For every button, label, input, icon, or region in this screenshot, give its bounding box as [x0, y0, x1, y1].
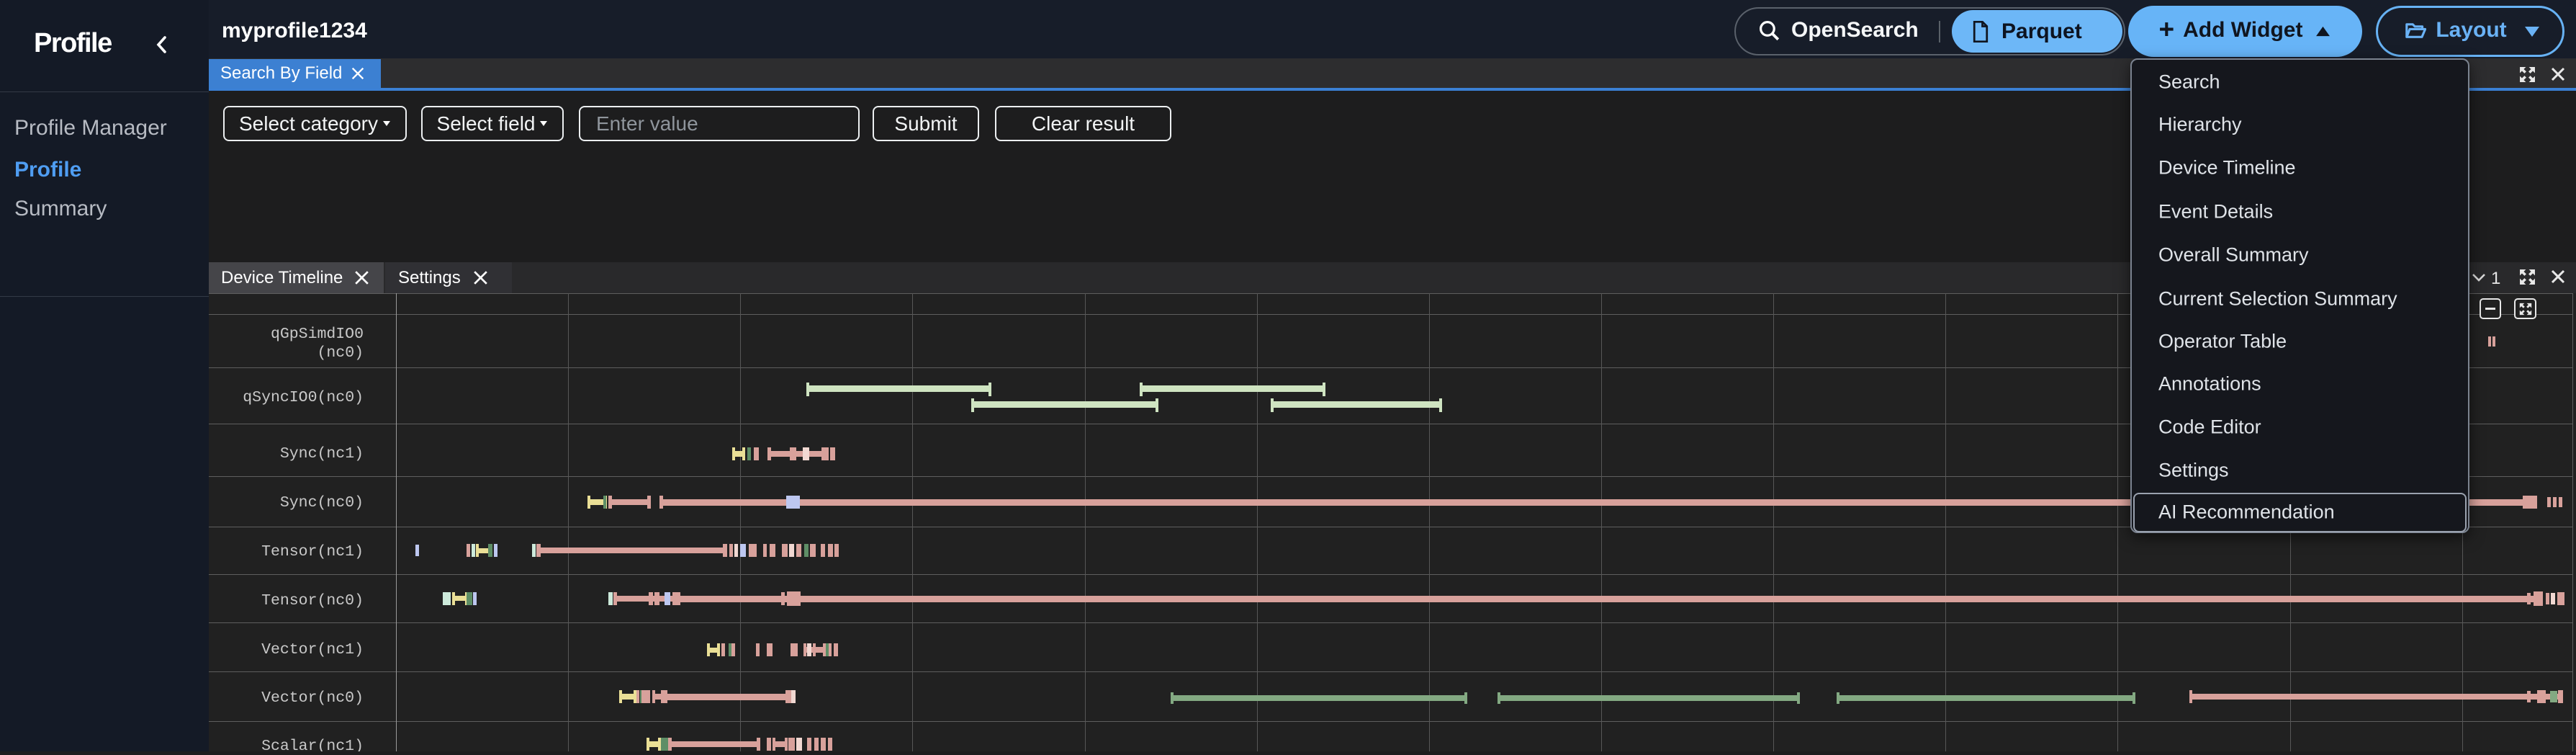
svg-text:Scalar(nc1): Scalar(nc1) — [261, 738, 364, 751]
svg-text:Sync(nc0): Sync(nc0) — [280, 494, 364, 511]
svg-text:Tensor(nc1): Tensor(nc1) — [261, 543, 364, 560]
svg-text:(nc0): (nc0) — [317, 344, 364, 362]
svg-text:qSyncIO0(nc0): qSyncIO0(nc0) — [243, 389, 364, 406]
svg-text:Tensor(nc0): Tensor(nc0) — [261, 592, 364, 609]
svg-text:Sync(nc1): Sync(nc1) — [280, 445, 364, 463]
svg-text:Vector(nc0): Vector(nc0) — [261, 689, 364, 707]
svg-text:qGpSimdIO0: qGpSimdIO0 — [271, 326, 364, 343]
svg-text:Vector(nc1): Vector(nc1) — [261, 641, 364, 658]
